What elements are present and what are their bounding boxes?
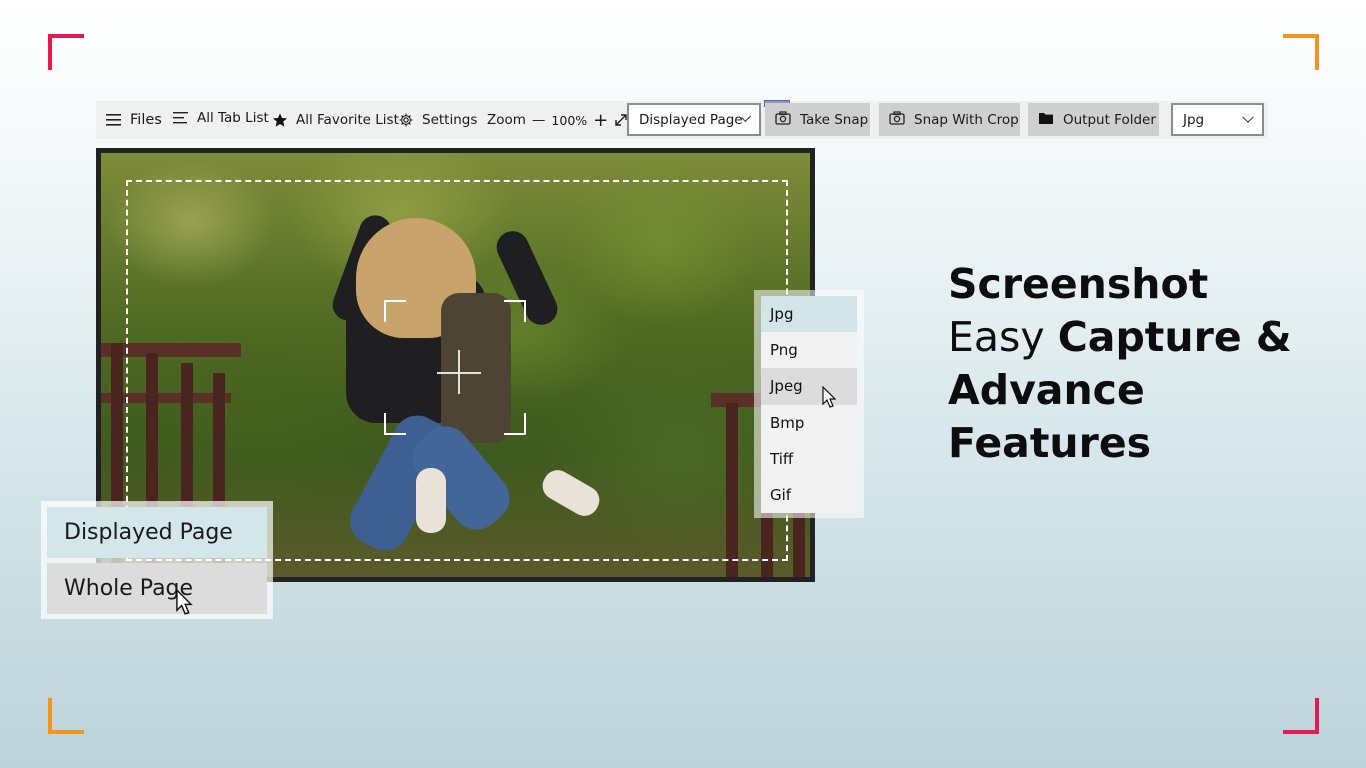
- capture-option-displayed-page[interactable]: Displayed Page: [47, 507, 267, 558]
- crop-corner-handle[interactable]: [504, 413, 526, 435]
- headline-line-1: Screenshot: [948, 260, 1209, 308]
- cursor-icon: [822, 385, 837, 412]
- take-snap-label: Take Snap: [800, 111, 869, 128]
- format-option-tiff[interactable]: Tiff: [761, 441, 857, 477]
- corner-bracket-bottom-right: [1283, 698, 1319, 734]
- zoom-in-button[interactable]: +: [593, 110, 608, 131]
- headline-light-word: Easy: [948, 313, 1045, 361]
- crop-corner-handle[interactable]: [384, 300, 406, 322]
- headline-bold-phrase: Capture &: [1057, 313, 1292, 361]
- zoom-label: Zoom: [487, 112, 526, 128]
- all-tab-list-button[interactable]: All Tab List: [173, 110, 269, 126]
- zoom-value: 100%: [551, 112, 588, 128]
- format-value: Jpg: [1183, 111, 1205, 128]
- zoom-control: Zoom — 100% +: [487, 110, 628, 131]
- chevron-down-icon: [1242, 111, 1254, 123]
- crop-corner-handle[interactable]: [384, 413, 406, 435]
- format-option-jpg[interactable]: Jpg: [761, 296, 857, 333]
- settings-label: Settings: [422, 112, 478, 128]
- format-dropdown: Jpg Png Jpeg Bmp Tiff Gif: [754, 290, 864, 518]
- capture-option-whole-page[interactable]: Whole Page: [47, 563, 267, 614]
- corner-bracket-bottom-left: [48, 698, 84, 734]
- toolbar: Files All Tab List All Favorite List Set…: [96, 100, 1268, 139]
- format-option-jpeg[interactable]: Jpeg: [761, 368, 857, 405]
- files-button[interactable]: Files: [106, 112, 162, 128]
- gear-icon: [398, 112, 414, 128]
- zoom-out-button[interactable]: —: [532, 112, 546, 128]
- files-label: Files: [130, 112, 162, 128]
- crosshair-icon: [458, 350, 460, 394]
- take-snap-button[interactable]: Take Snap: [765, 103, 870, 136]
- headline-line-3: Advance: [948, 366, 1145, 414]
- output-folder-label: Output Folder: [1063, 111, 1156, 128]
- capture-mode-dropdown: Displayed Page Whole Page: [41, 501, 273, 619]
- menu-icon: [106, 113, 122, 127]
- corner-bracket-top-right: [1283, 34, 1319, 70]
- crop-corner-handle[interactable]: [504, 300, 526, 322]
- camera-icon: [775, 110, 791, 129]
- all-favorite-list-button[interactable]: All Favorite List: [272, 112, 399, 128]
- format-option-png[interactable]: Png: [761, 332, 857, 368]
- snap-with-crop-label: Snap With Crop: [914, 111, 1019, 128]
- output-folder-button[interactable]: Output Folder: [1028, 103, 1159, 136]
- snap-with-crop-button[interactable]: Snap With Crop: [879, 103, 1020, 136]
- cursor-icon: [174, 588, 194, 619]
- all-tab-list-label: All Tab List: [197, 110, 269, 126]
- settings-button[interactable]: Settings: [398, 112, 477, 128]
- star-icon: [272, 112, 288, 128]
- camera-icon: [889, 110, 905, 129]
- headline-line-4: Features: [948, 419, 1152, 467]
- all-favorite-list-label: All Favorite List: [296, 112, 399, 128]
- folder-icon: [1038, 111, 1054, 129]
- format-option-bmp[interactable]: Bmp: [761, 405, 857, 441]
- capture-mode-value: Displayed Page: [639, 111, 743, 128]
- feature-headline: Screenshot Easy Capture & Advance Featur…: [948, 258, 1308, 470]
- format-select[interactable]: Jpg: [1171, 103, 1264, 136]
- capture-mode-select[interactable]: Displayed Page: [627, 103, 761, 136]
- list-icon: [173, 111, 189, 125]
- corner-bracket-top-left: [48, 34, 84, 70]
- format-option-gif[interactable]: Gif: [761, 477, 857, 513]
